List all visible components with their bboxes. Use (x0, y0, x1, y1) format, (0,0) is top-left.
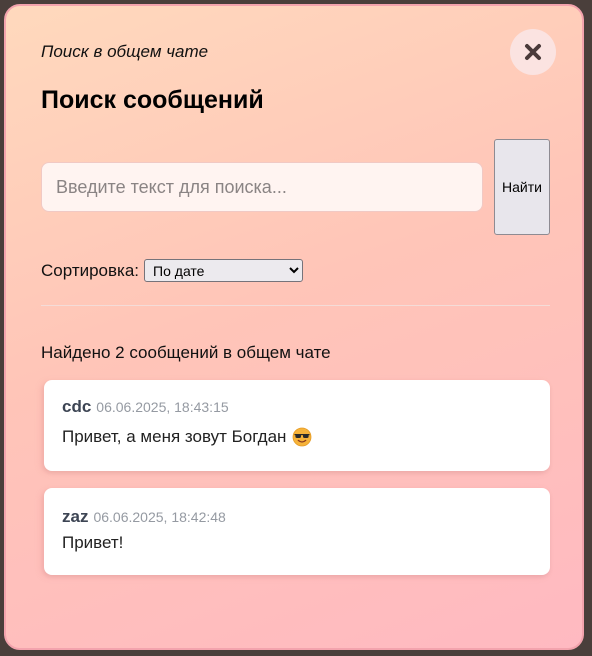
search-modal: Поиск в общем чате Поиск сообщений Найти… (4, 4, 584, 650)
smiling-face-with-sunglasses-icon (292, 427, 312, 447)
message-text: Привет, а меня зовут Богдан (62, 427, 287, 446)
close-button[interactable] (510, 29, 556, 75)
result-item[interactable]: cdc 06.06.2025, 18:43:15 Привет, а меня … (44, 380, 550, 471)
sort-label: Сортировка: (41, 260, 140, 280)
message-text: Привет! (62, 533, 124, 552)
message-author: zaz (62, 507, 89, 526)
close-icon (525, 44, 541, 60)
result-item[interactable]: zaz 06.06.2025, 18:42:48 Привет! (44, 488, 550, 575)
message-timestamp: 06.06.2025, 18:42:48 (93, 509, 226, 525)
divider (41, 305, 550, 306)
search-input[interactable] (41, 162, 483, 212)
modal-subtitle: Поиск в общем чате (41, 42, 209, 61)
message-author: cdc (62, 397, 92, 416)
results-count: Найдено 2 сообщений в общем чате (41, 343, 331, 362)
search-button[interactable]: Найти (494, 139, 550, 235)
page-title: Поиск сообщений (41, 86, 264, 114)
message-timestamp: 06.06.2025, 18:43:15 (96, 399, 229, 415)
sort-row: Сортировка: По дате (41, 259, 304, 282)
sort-select[interactable]: По дате (144, 259, 304, 282)
